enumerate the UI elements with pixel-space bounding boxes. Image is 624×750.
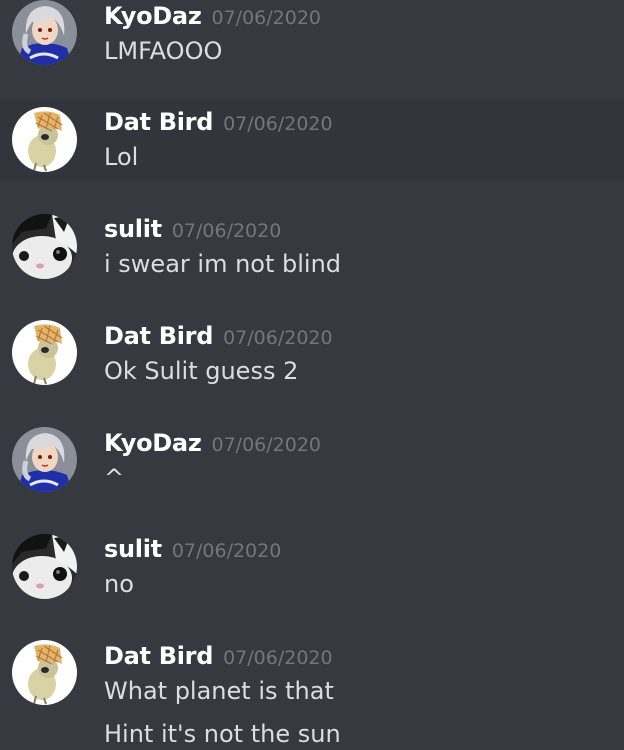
username[interactable]: Dat Bird 07/06/2020 xyxy=(104,108,333,138)
message-item: Dat Bird 07/06/2020 What planet is that H… xyxy=(0,640,624,750)
message-item: Dat Bird 07/06/2020 Lol xyxy=(0,100,624,180)
message-item: KyoDaz 07/06/2020 ^ xyxy=(0,427,624,534)
timestamp: 07/06/2020 xyxy=(223,647,333,669)
chat-message-list: KyoDaz 07/06/2020 LMFAOOO Dat Bird 07/06/2… xyxy=(0,0,624,750)
datbird-avatar[interactable] xyxy=(12,640,77,705)
message-text: Ok Sulit guess 2 xyxy=(104,357,299,385)
message-text: i swear im not blind xyxy=(104,250,342,278)
message-text: no xyxy=(104,570,134,598)
message-text: Hint it's not the sun xyxy=(104,720,341,748)
datbird-avatar[interactable] xyxy=(12,320,77,385)
username[interactable]: KyoDaz 07/06/2020 xyxy=(104,429,321,459)
message-text: What planet is that xyxy=(104,677,334,705)
timestamp: 07/06/2020 xyxy=(171,220,282,242)
username[interactable]: KyoDaz 07/06/2020 xyxy=(104,2,321,32)
message-item: KyoDaz 07/06/2020 LMFAOOO xyxy=(0,0,624,107)
message-text: LMFAOOO xyxy=(104,37,223,65)
kyodaz-avatar[interactable] xyxy=(12,427,77,492)
timestamp: 07/06/2020 xyxy=(211,434,321,456)
username[interactable]: sulit 07/06/2020 xyxy=(104,215,281,245)
timestamp: 07/06/2020 xyxy=(223,327,333,349)
timestamp: 07/06/2020 xyxy=(171,540,282,562)
timestamp: 07/06/2020 xyxy=(211,7,321,29)
datbird-avatar[interactable] xyxy=(12,107,77,172)
kyodaz-avatar[interactable] xyxy=(12,0,77,65)
message-item: sulit 07/06/2020 no xyxy=(0,534,624,641)
sulit-avatar[interactable] xyxy=(12,214,77,279)
sulit-avatar[interactable] xyxy=(12,534,77,599)
message-text: ^ xyxy=(104,464,125,492)
username[interactable]: Dat Bird 07/06/2020 xyxy=(104,642,333,672)
username[interactable]: Dat Bird 07/06/2020 xyxy=(104,322,333,352)
message-item: sulit 07/06/2020 i swear im not blind xyxy=(0,214,624,321)
message-item: Dat Bird 07/06/2020 Ok Sulit guess 2 xyxy=(0,320,624,427)
message-text: Lol xyxy=(104,143,139,171)
username[interactable]: sulit 07/06/2020 xyxy=(104,535,281,565)
timestamp: 07/06/2020 xyxy=(223,113,333,135)
